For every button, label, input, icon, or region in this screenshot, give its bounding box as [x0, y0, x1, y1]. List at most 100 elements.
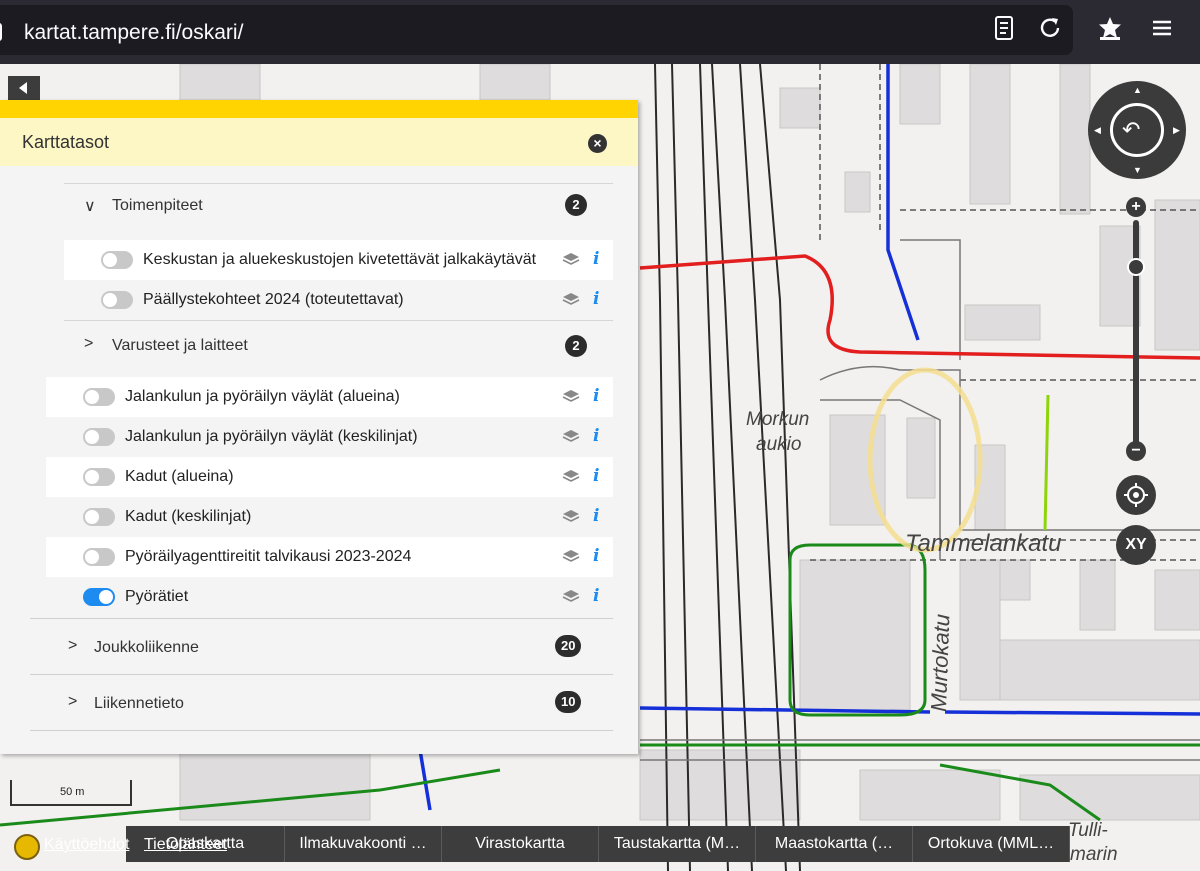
reader-view-icon[interactable] [990, 14, 1018, 42]
subgroup-toimenpiteet[interactable]: ∨ Toimenpiteet 2 [64, 183, 613, 234]
basemap-tab[interactable]: Virastokartta [442, 826, 599, 862]
info-icon[interactable]: i [593, 289, 599, 309]
layer-stack-icon[interactable] [562, 429, 580, 443]
info-icon[interactable]: i [593, 386, 599, 406]
map-label-morkun: Morkun [746, 409, 809, 430]
layer-row[interactable]: Pyörätiet i [46, 577, 613, 617]
map-label-marin: marin [1070, 844, 1118, 865]
layer-stack-icon[interactable] [562, 549, 580, 563]
group-label: Liikennetieto [94, 695, 184, 712]
layer-toggle[interactable] [101, 251, 133, 269]
group-joukkoliikenne[interactable]: > Joukkoliikenne 20 [30, 618, 613, 669]
terms-link[interactable]: Käyttöehdot [44, 836, 129, 854]
layer-row[interactable]: Jalankulun ja pyöräilyn väylät (keskilin… [46, 417, 613, 457]
layer-stack-icon[interactable] [562, 509, 580, 523]
tampere-logo-icon [14, 834, 40, 860]
layer-toggle[interactable] [83, 388, 115, 406]
info-icon[interactable]: i [593, 506, 599, 526]
subgroup-varusteet[interactable]: > Varusteet ja laitteet 2 [64, 320, 613, 371]
reload-icon[interactable] [1036, 14, 1064, 42]
zoom-slider-handle[interactable] [1127, 258, 1145, 276]
basemap-tab[interactable]: Maastokartta (… [756, 826, 913, 862]
layer-row[interactable]: Kadut (keskilinjat) i [46, 497, 613, 537]
map-label-aukio: aukio [756, 434, 801, 455]
locate-me-button[interactable] [1116, 475, 1156, 515]
map-label-murtokatu: Murtokatu [926, 614, 954, 713]
layer-stack-icon[interactable] [562, 469, 580, 483]
zoom-out-button[interactable]: − [1126, 441, 1146, 461]
address-bar[interactable]: kartat.tampere.fi/oskari/ [0, 5, 1073, 55]
map-rotation-control[interactable]: ▲ ▼ ◀ ▶ ↶ [1088, 81, 1186, 179]
info-icon[interactable]: i [593, 466, 599, 486]
info-icon[interactable]: i [593, 586, 599, 606]
layer-stack-icon[interactable] [562, 252, 580, 266]
chevron-right-icon: > [84, 335, 94, 352]
basemap-tab[interactable]: Taustakartta (M… [599, 826, 756, 862]
layer-count-badge: 2 [565, 335, 587, 357]
zoom-slider[interactable] [1133, 220, 1139, 448]
layer-stack-icon[interactable] [562, 589, 580, 603]
layer-toggle[interactable] [83, 468, 115, 486]
map-label-tulli: Tulli- [1068, 820, 1108, 841]
info-icon[interactable]: i [593, 249, 599, 269]
layer-toggle[interactable] [83, 588, 115, 606]
layer-toggle[interactable] [83, 508, 115, 526]
panel-header: Karttatasot × [0, 118, 638, 166]
reset-rotation-icon: ↶ [1122, 117, 1141, 142]
info-icon[interactable]: i [593, 546, 599, 566]
panel-accent-bar [0, 100, 638, 118]
group-liikennetieto[interactable]: > Liikennetieto 10 [30, 674, 613, 725]
layer-row[interactable]: Pyöräilyagenttireitit talvikausi 2023-20… [46, 537, 613, 577]
layer-toggle[interactable] [83, 428, 115, 446]
chevron-right-icon: > [68, 693, 78, 710]
zoom-in-button[interactable]: + [1126, 197, 1146, 217]
layer-label: Päällystekohteet 2024 (toteutettavat) [143, 291, 404, 308]
layer-list[interactable]: ∨ Toimenpiteet 2 Keskustan ja aluekeskus… [0, 166, 638, 754]
info-icon[interactable]: i [593, 426, 599, 446]
pan-up-icon[interactable]: ▲ [1133, 85, 1142, 95]
layer-row[interactable]: Jalankulun ja pyöräilyn väylät (alueina)… [46, 377, 613, 417]
subgroup-label: Varusteet ja laitteet [112, 337, 248, 354]
collapse-panel-button[interactable] [8, 76, 40, 100]
bookmark-star-icon[interactable] [1096, 14, 1124, 42]
layer-label: Keskustan ja aluekeskustojen kivetettävä… [143, 251, 537, 268]
data-sources-link[interactable]: Tietolähteet [144, 836, 227, 854]
layer-label: Kadut (alueina) [125, 468, 234, 485]
url-text[interactable]: kartat.tampere.fi/oskari/ [24, 21, 243, 45]
chevron-down-icon: ∨ [84, 198, 96, 215]
lock-icon [0, 23, 2, 41]
layer-count-badge: 2 [565, 194, 587, 216]
group-label: Joukkoliikenne [94, 639, 199, 656]
coordinate-tool-button[interactable]: XY [1116, 525, 1156, 565]
layer-stack-icon[interactable] [562, 389, 580, 403]
map-label-tammelankatu: Tammelankatu [905, 530, 1062, 557]
layer-label: Pyöräilyagenttireitit talvikausi 2023-20… [125, 548, 412, 565]
layers-panel: Karttatasot × ∨ Toimenpiteet 2 Keskustan… [0, 100, 638, 754]
menu-icon[interactable] [1148, 14, 1176, 42]
layer-label: Pyörätiet [125, 588, 189, 605]
layer-label: Jalankulun ja pyöräilyn väylät (alueina) [125, 388, 400, 405]
group-partial[interactable] [30, 730, 613, 754]
pan-right-icon[interactable]: ▶ [1173, 125, 1180, 136]
browser-toolbar: kartat.tampere.fi/oskari/ [0, 0, 1200, 64]
layer-count-badge: 10 [555, 691, 582, 713]
layer-toggle[interactable] [101, 291, 133, 309]
basemap-tab[interactable]: Ilmakuvakoonti … [285, 826, 442, 862]
subgroup-label: Toimenpiteet [112, 197, 203, 214]
basemap-tab[interactable]: Ortokuva (MML… [913, 826, 1070, 862]
layer-row[interactable]: Keskustan ja aluekeskustojen kivetettävä… [64, 240, 613, 280]
panel-title: Karttatasot [22, 132, 110, 152]
layer-row[interactable]: Päällystekohteet 2024 (toteutettavat) i [64, 280, 613, 320]
close-icon[interactable]: × [588, 134, 607, 153]
pan-left-icon[interactable]: ◀ [1094, 125, 1101, 136]
layer-label: Kadut (keskilinjat) [125, 508, 252, 525]
layer-label: Jalankulun ja pyöräilyn väylät (keskilin… [125, 428, 418, 445]
layer-stack-icon[interactable] [562, 292, 580, 306]
chevron-right-icon: > [68, 637, 78, 654]
pan-down-icon[interactable]: ▼ [1133, 165, 1142, 175]
layer-count-badge: 20 [555, 635, 582, 657]
crosshair-icon [1124, 483, 1148, 507]
layer-row[interactable]: Kadut (alueina) i [46, 457, 613, 497]
scale-label: 50 m [60, 786, 85, 798]
layer-toggle[interactable] [83, 548, 115, 566]
